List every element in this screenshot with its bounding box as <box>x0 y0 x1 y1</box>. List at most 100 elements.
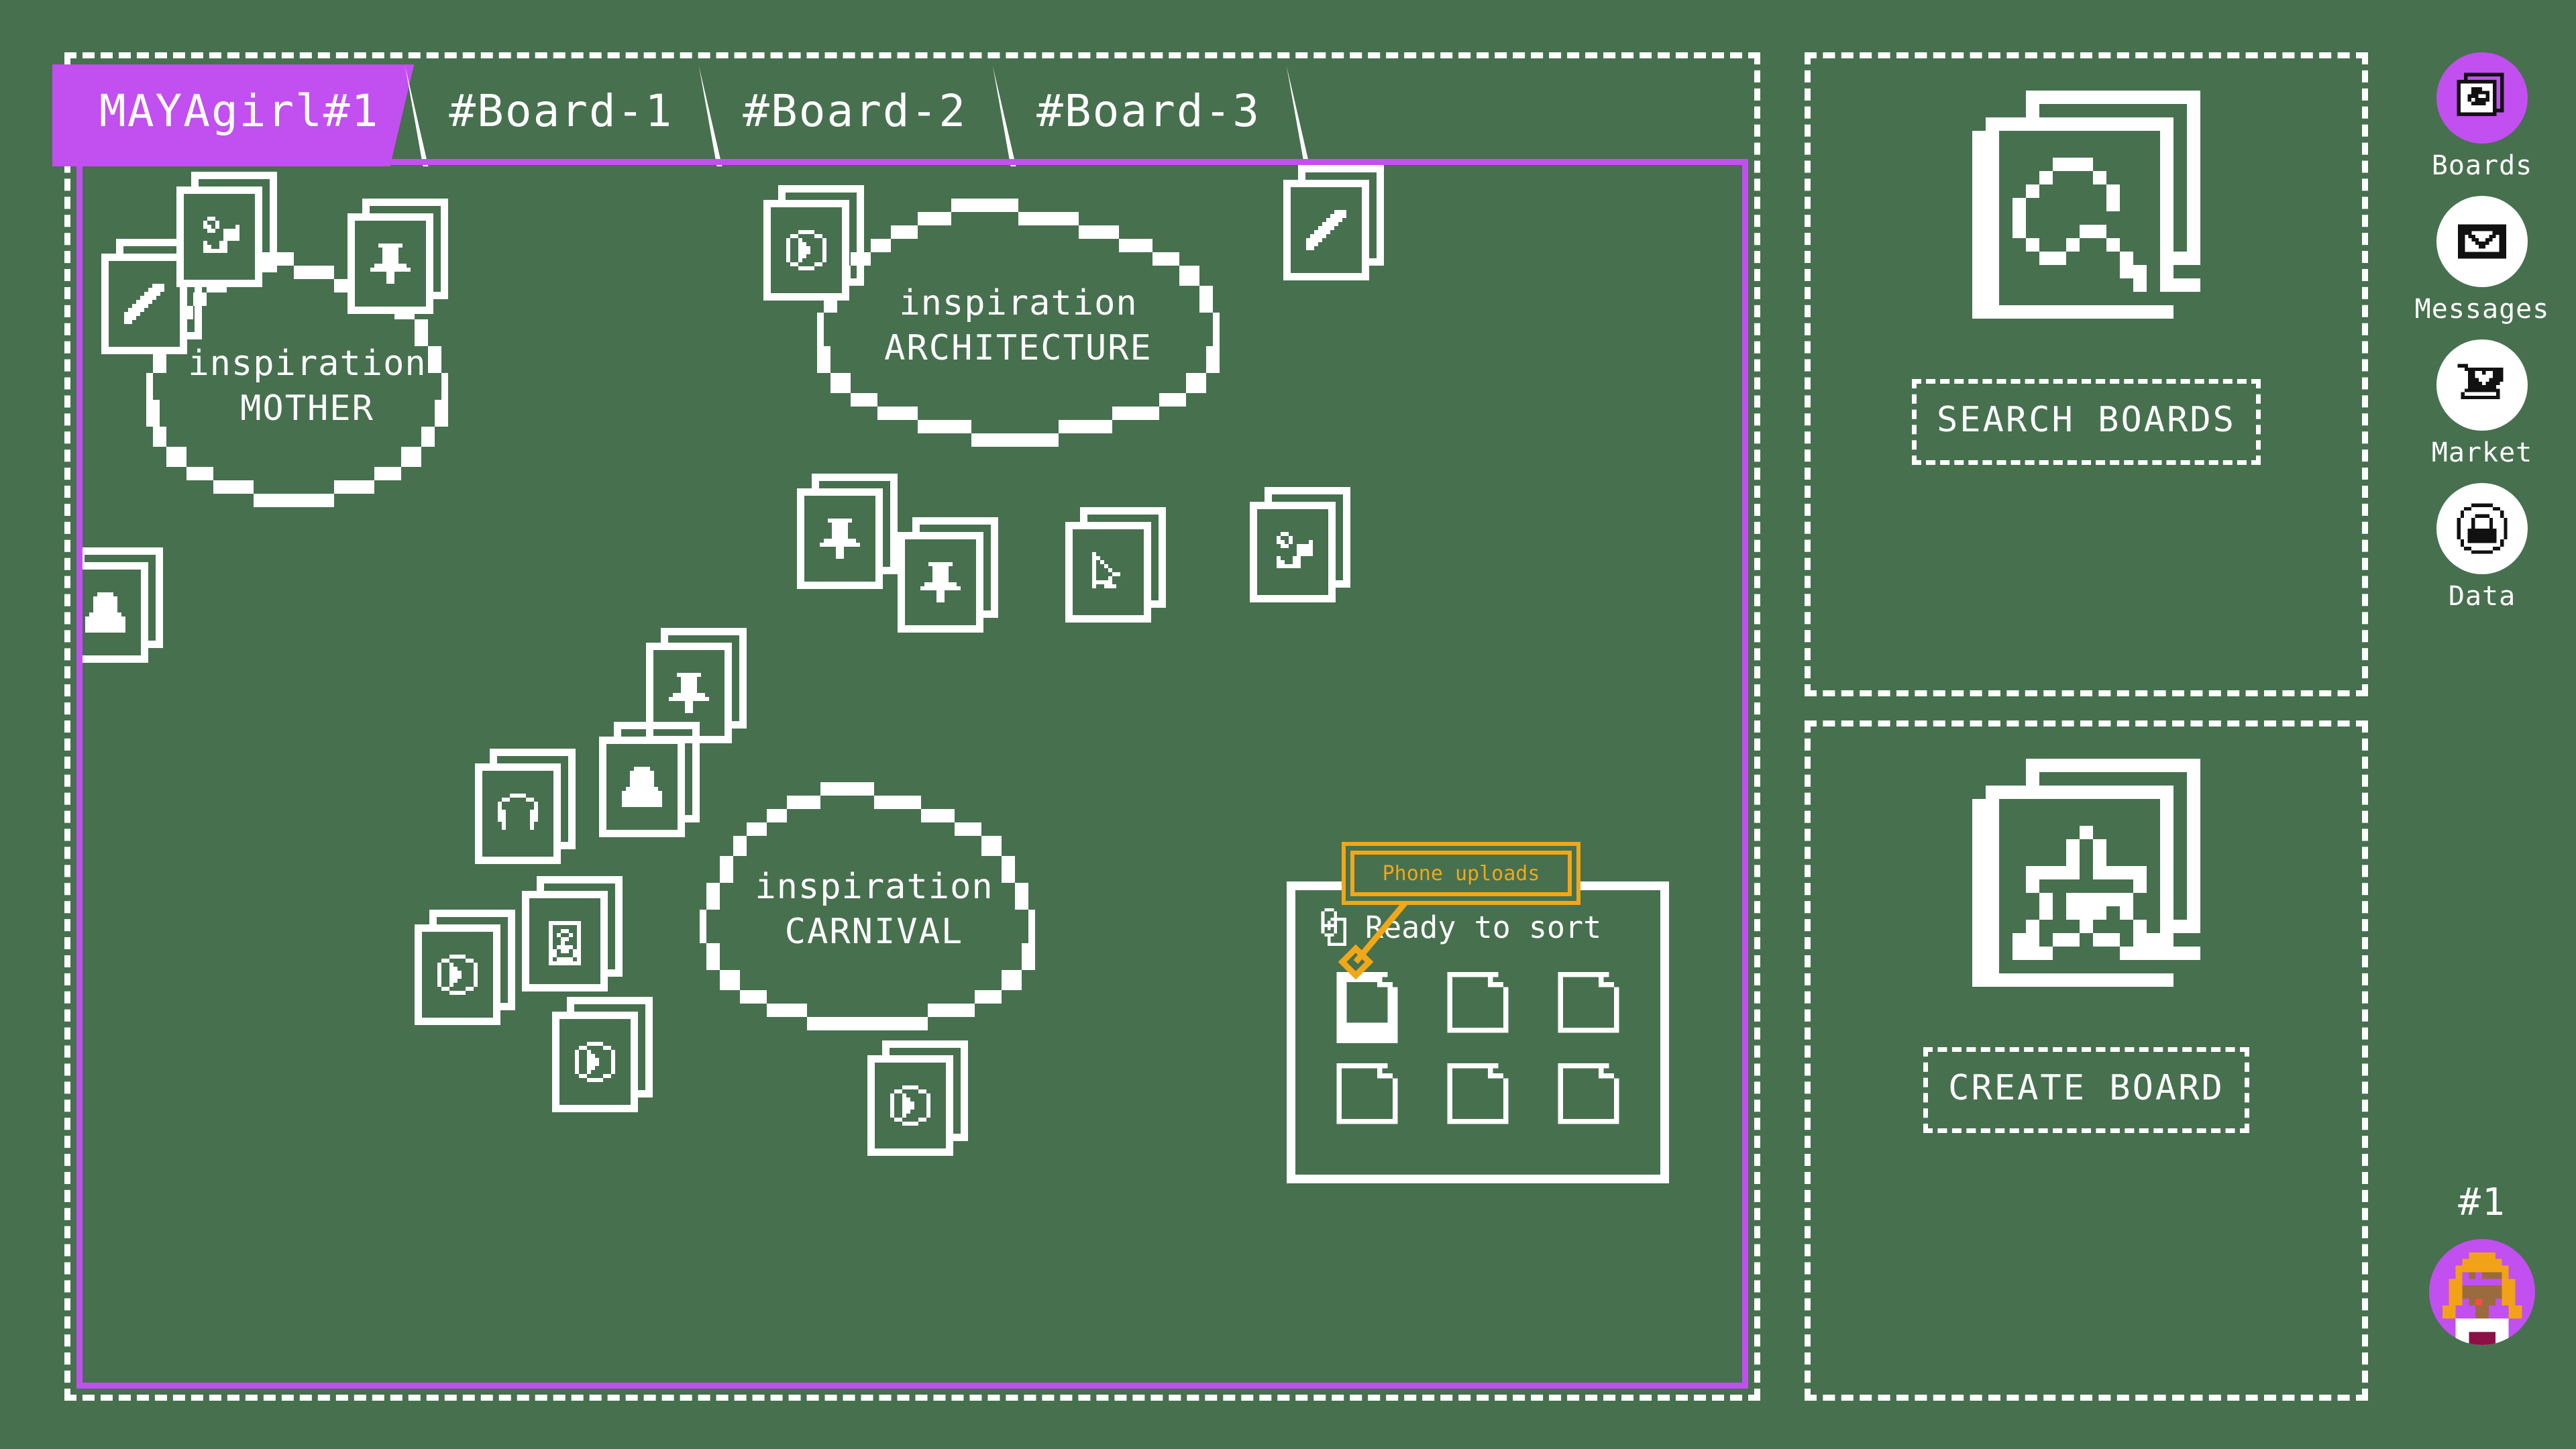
speaker-icon <box>549 921 581 965</box>
rail-item-messages[interactable]: Messages <box>2415 196 2550 325</box>
uploads-header: Ready to sort <box>1295 890 1660 949</box>
rail-circle <box>2436 196 2528 287</box>
file-icon[interactable] <box>1442 967 1513 1043</box>
file-icon[interactable] <box>1442 1058 1513 1134</box>
file-icon[interactable] <box>1553 1058 1624 1134</box>
rail-label: Market <box>2431 437 2533 468</box>
rail-item-data[interactable]: Data <box>2436 483 2528 612</box>
tooltip-label: Phone uploads <box>1382 861 1540 885</box>
create-board-button[interactable]: CREATE BOARD <box>1923 1047 2249 1133</box>
board-panel: MAYAgirl#1 #Board-1 #Board-2 #Board-3 in… <box>64 52 1760 1401</box>
cursor-icon <box>1092 552 1120 588</box>
photo-flower-icon <box>203 217 239 253</box>
create-board-icon <box>1959 759 2214 1030</box>
pushpin-icon <box>920 562 961 602</box>
card-play[interactable] <box>415 910 515 1025</box>
card-front <box>552 1012 638 1112</box>
lock-circle-icon <box>2457 503 2508 554</box>
person-icon <box>622 767 662 807</box>
phone-upload-icon <box>1321 908 1346 946</box>
card-pushpin[interactable] <box>797 474 898 589</box>
card-pushpin[interactable] <box>898 517 998 633</box>
avatar[interactable] <box>2429 1239 2535 1345</box>
card-front <box>475 763 561 864</box>
board-tabs: MAYAgirl#1 #Board-1 #Board-2 #Board-3 <box>76 64 1633 166</box>
envelope-icon <box>2458 224 2506 259</box>
card-play[interactable] <box>552 997 653 1112</box>
pencil-icon <box>1306 210 1346 250</box>
cloud-text: inspiration ARCHITECTURE <box>884 281 1152 370</box>
rail-circle <box>2436 339 2528 431</box>
tab-board-3[interactable]: #Board-3 <box>1002 64 1295 166</box>
board-canvas[interactable]: inspiration MOTHER inspiration ARCHITECT… <box>83 165 1742 1383</box>
headphones-icon <box>498 794 538 830</box>
photo-flower-icon <box>1277 532 1313 568</box>
rail-item-boards[interactable]: Boards <box>2432 52 2533 181</box>
tab-label: MAYAgirl#1 <box>99 85 380 137</box>
card-front <box>1250 502 1336 602</box>
card-play[interactable] <box>763 185 864 301</box>
pushpin-icon <box>669 673 709 713</box>
card-front <box>101 254 187 354</box>
card-front <box>522 891 608 991</box>
create-board-label: CREATE BOARD <box>1948 1068 2224 1108</box>
card-person[interactable] <box>599 722 700 837</box>
rail-label: Messages <box>2414 294 2550 325</box>
tab-board-2[interactable]: #Board-2 <box>708 64 1002 166</box>
card-photo-flower[interactable] <box>1250 487 1350 602</box>
cloud-line-2: MOTHER <box>240 388 374 429</box>
cloud-line-2: ARCHITECTURE <box>884 328 1152 368</box>
cloud-carnival[interactable]: inspiration CARNIVAL <box>673 769 1075 1051</box>
card-pushpin[interactable] <box>347 199 448 314</box>
rail-label: Boards <box>2431 150 2533 181</box>
card-front <box>1065 522 1151 623</box>
card-speaker[interactable] <box>522 876 623 991</box>
cloud-line-1: inspiration <box>755 867 994 908</box>
tab-label: #Board-1 <box>449 85 674 137</box>
search-boards-label: SEARCH BOARDS <box>1937 400 2236 440</box>
nav-rail: Boards Messages Market Data <box>2395 52 2569 627</box>
card-cursor[interactable] <box>1065 507 1166 623</box>
card-headphones[interactable] <box>475 749 576 864</box>
card-front <box>763 200 849 301</box>
card-front <box>867 1055 953 1156</box>
tab-board-1[interactable]: #Board-1 <box>414 64 708 166</box>
card-front <box>415 924 500 1025</box>
card-front <box>83 562 148 663</box>
play-icon <box>890 1085 930 1126</box>
play-icon <box>786 230 826 270</box>
rail-circle <box>2436 483 2528 574</box>
person-icon <box>85 592 125 633</box>
search-boards-panel: SEARCH BOARDS <box>1805 52 2368 696</box>
create-board-panel: CREATE BOARD <box>1805 720 2368 1401</box>
card-pencil[interactable] <box>1283 165 1384 280</box>
card-play[interactable] <box>867 1040 968 1156</box>
user-avatar <box>2442 1252 2522 1345</box>
cloud-text: inspiration MOTHER <box>188 341 426 431</box>
rail-item-market[interactable]: Market <box>2432 339 2533 468</box>
file-icon[interactable] <box>1553 967 1624 1043</box>
search-boards-button[interactable]: SEARCH BOARDS <box>1912 379 2261 465</box>
pushpin-icon <box>820 519 860 559</box>
search-boards-icon <box>1959 91 2214 362</box>
card-person[interactable] <box>83 547 163 663</box>
file-icon[interactable] <box>1332 967 1403 1043</box>
cloud-line-1: inspiration <box>188 343 427 384</box>
file-icon[interactable] <box>1332 1058 1403 1134</box>
card-front <box>797 488 883 589</box>
card-photo-flower[interactable] <box>176 172 277 287</box>
rail-label: Data <box>2448 581 2516 612</box>
play-icon <box>575 1042 615 1082</box>
app-root: MAYAgirl#1 #Board-1 #Board-2 #Board-3 in… <box>0 0 2576 1449</box>
cloud-text: inspiration CARNIVAL <box>755 865 993 954</box>
user-rank: #1 <box>2458 1181 2506 1224</box>
uploads-panel[interactable]: Ready to sort <box>1287 881 1669 1183</box>
card-front <box>1283 180 1369 280</box>
phone-uploads-tooltip: Phone uploads <box>1350 851 1572 896</box>
tab-mayagirl[interactable]: MAYAgirl#1 <box>52 64 414 166</box>
cloud-line-2: CARNIVAL <box>784 912 964 952</box>
tab-label: #Board-3 <box>1036 85 1261 137</box>
play-icon <box>437 955 478 995</box>
rail-circle <box>2436 52 2528 144</box>
board-canvas-frame: inspiration MOTHER inspiration ARCHITECT… <box>76 159 1748 1389</box>
